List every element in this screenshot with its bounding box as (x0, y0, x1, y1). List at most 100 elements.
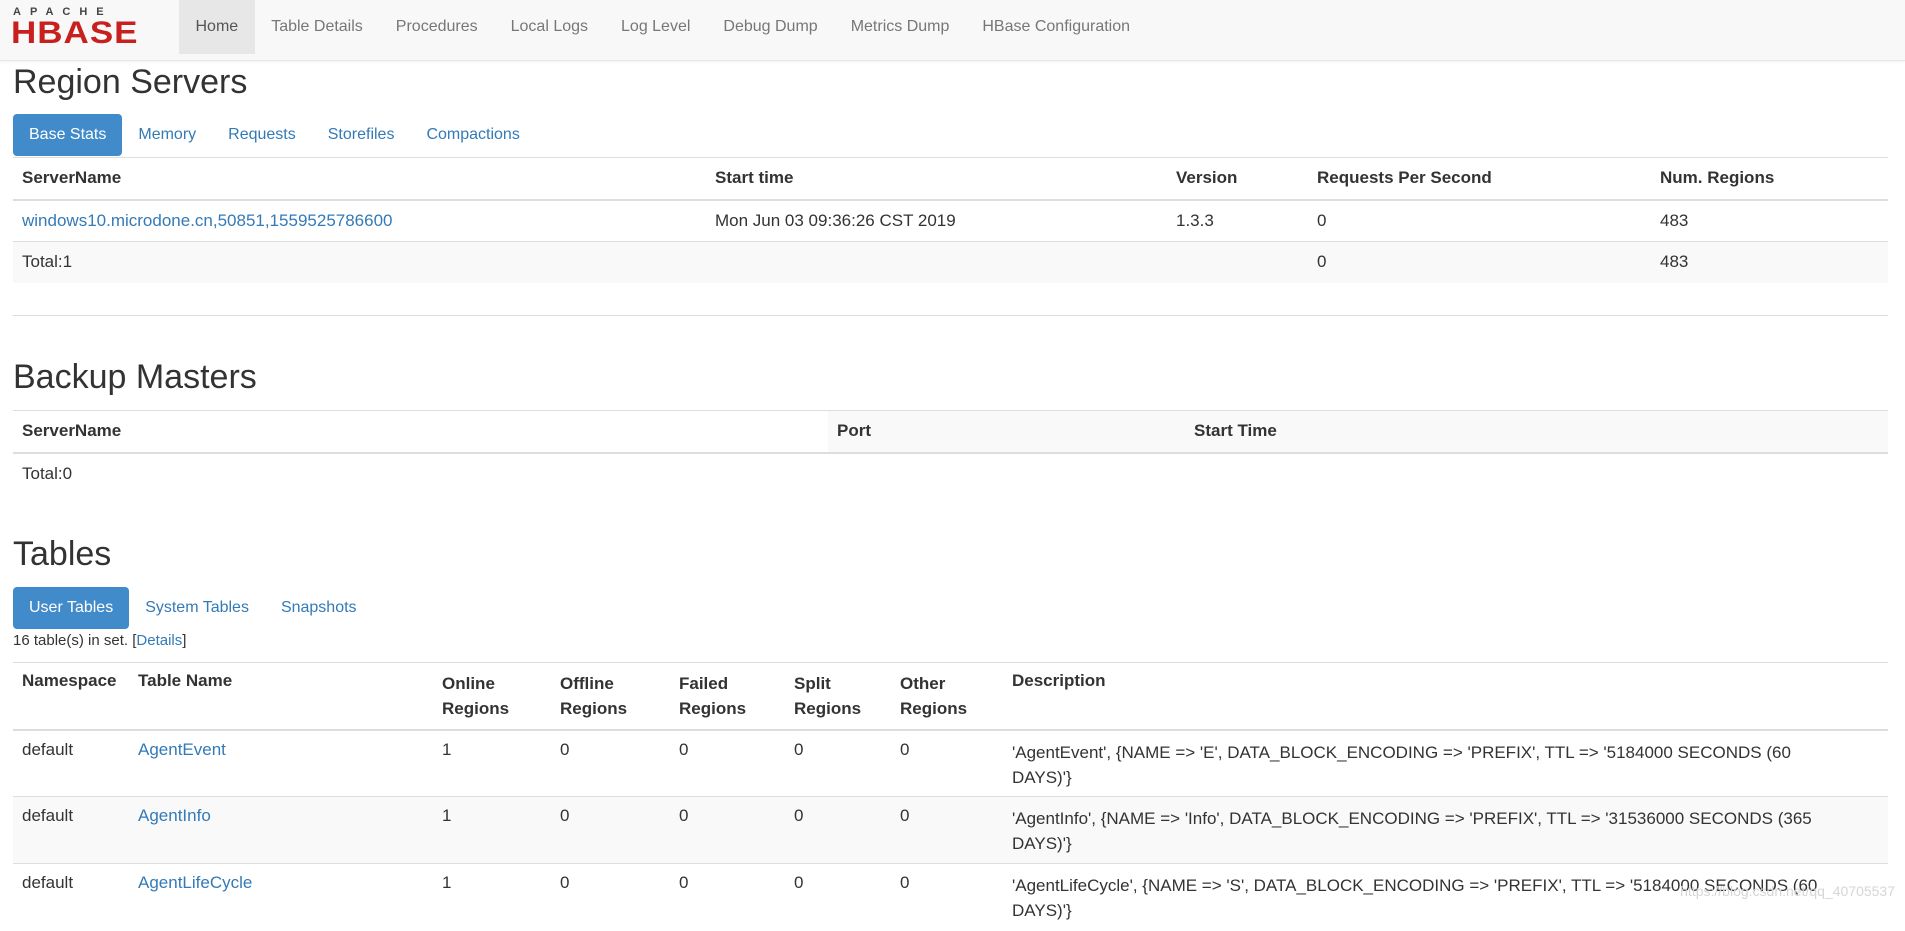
description-line: 'AgentInfo', {NAME => 'Info', DATA_BLOCK… (1012, 809, 1812, 828)
column-header: Start Time (1185, 411, 1888, 453)
online-regions-cell: 1 (433, 797, 551, 864)
description-line: DAYS)'} (1012, 901, 1072, 920)
split-regions-cell: 0 (785, 797, 891, 864)
server-name-cell: windows10.microdone.cn,50851,15595257866… (13, 200, 706, 242)
requests-per-second-cell: 0 (1308, 200, 1651, 242)
table-name-link[interactable]: AgentInfo (138, 806, 211, 825)
table-name-cell: AgentEvent (129, 730, 433, 797)
tab-snapshots[interactable]: Snapshots (265, 587, 373, 629)
namespace-cell: default (13, 730, 129, 797)
header-line: Regions (900, 699, 967, 718)
column-header: Num. Regions (1651, 158, 1888, 200)
header-line: Regions (679, 699, 746, 718)
tables-heading: Tables (13, 535, 111, 574)
header-line: Failed (679, 674, 728, 693)
column-header: Requests Per Second (1308, 158, 1651, 200)
empty-cell (706, 242, 1167, 283)
description-line: DAYS)'} (1012, 768, 1072, 787)
offline-regions-cell: 0 (551, 797, 670, 864)
logo-hbase-text: HBASE (11, 15, 139, 51)
online-regions-cell: 1 (433, 730, 551, 797)
backup-masters-table: ServerName Port Start Time Total:0 (13, 410, 1888, 495)
table-count-text: 16 table(s) in set. [Details] (13, 632, 186, 649)
nav-hbase-configuration[interactable]: HBase Configuration (966, 0, 1147, 54)
header-line: Regions (794, 699, 861, 718)
empty-cell (1167, 242, 1308, 283)
table-count-prefix: 16 table(s) in set. [ (13, 632, 136, 649)
table-header-row: ServerName Port Start Time (13, 411, 1888, 453)
column-header: Start time (706, 158, 1167, 200)
failed-regions-cell: 0 (670, 797, 785, 864)
tab-compactions[interactable]: Compactions (410, 114, 535, 156)
tab-base-stats[interactable]: Base Stats (13, 114, 122, 156)
tab-memory[interactable]: Memory (122, 114, 212, 156)
tab-storefiles[interactable]: Storefiles (312, 114, 411, 156)
details-link[interactable]: Details (136, 632, 182, 649)
header-line: Offline (560, 674, 614, 693)
description-cell: 'AgentInfo', {NAME => 'Info', DATA_BLOCK… (1003, 797, 1888, 864)
total-regions: 483 (1651, 242, 1888, 283)
column-header: ServerName (13, 158, 706, 200)
watermark: https://blog.csdn.net/qq_40705537 (1680, 883, 1895, 899)
num-regions-cell: 483 (1651, 200, 1888, 242)
column-header: Split Regions (785, 663, 891, 730)
split-regions-cell: 0 (785, 730, 891, 797)
description-cell: 'AgentEvent', {NAME => 'E', DATA_BLOCK_E… (1003, 730, 1888, 797)
column-header: Online Regions (433, 663, 551, 730)
table-header-row: ServerName Start time Version Requests P… (13, 158, 1888, 200)
column-header: Namespace (13, 663, 129, 730)
namespace-cell: default (13, 797, 129, 864)
table-row: default AgentLifeCycle 1 0 0 0 0 'AgentL… (13, 864, 1888, 931)
failed-regions-cell: 0 (670, 730, 785, 797)
other-regions-cell: 0 (891, 797, 1003, 864)
column-header: Failed Regions (670, 663, 785, 730)
nav-log-level[interactable]: Log Level (605, 0, 707, 54)
backup-masters-heading: Backup Masters (13, 358, 257, 397)
tab-requests[interactable]: Requests (212, 114, 312, 156)
user-tables-table: Namespace Table Name Online Regions Offli… (13, 662, 1888, 931)
header-line: Online (442, 674, 495, 693)
region-servers-table: ServerName Start time Version Requests P… (13, 157, 1888, 283)
column-header: Port (828, 411, 1185, 453)
region-servers-heading: Region Servers (13, 63, 247, 102)
column-header: Table Name (129, 663, 433, 730)
table-name-link[interactable]: AgentEvent (138, 740, 226, 759)
header-line: Regions (442, 699, 509, 718)
tab-user-tables[interactable]: User Tables (13, 587, 129, 629)
other-regions-cell: 0 (891, 864, 1003, 931)
table-name-link[interactable]: AgentLifeCycle (138, 873, 252, 892)
total-label: Total:0 (13, 453, 828, 495)
nav-metrics-dump[interactable]: Metrics Dump (834, 0, 966, 54)
column-header: Description (1003, 663, 1888, 730)
top-navbar: APACHE HBASE Home Table Details Procedur… (0, 0, 1905, 61)
hbase-logo[interactable]: APACHE HBASE (13, 6, 165, 46)
nav-home[interactable]: Home (179, 0, 255, 54)
online-regions-cell: 1 (433, 864, 551, 931)
offline-regions-cell: 0 (551, 730, 670, 797)
table-row: default AgentEvent 1 0 0 0 0 'AgentEvent… (13, 730, 1888, 797)
other-regions-cell: 0 (891, 730, 1003, 797)
version-cell: 1.3.3 (1167, 200, 1308, 242)
header-line: Split (794, 674, 831, 693)
header-line: Other (900, 674, 945, 693)
start-time-cell: Mon Jun 03 09:36:26 CST 2019 (706, 200, 1167, 242)
description-line: 'AgentEvent', {NAME => 'E', DATA_BLOCK_E… (1012, 743, 1791, 762)
total-row: Total:1 0 483 (13, 242, 1888, 283)
table-row: default AgentInfo 1 0 0 0 0 'AgentInfo',… (13, 797, 1888, 864)
description-line: DAYS)'} (1012, 834, 1072, 853)
nav-table-details[interactable]: Table Details (255, 0, 380, 54)
failed-regions-cell: 0 (670, 864, 785, 931)
tab-system-tables[interactable]: System Tables (129, 587, 265, 629)
nav-debug-dump[interactable]: Debug Dump (707, 0, 834, 54)
nav-local-logs[interactable]: Local Logs (494, 0, 604, 54)
column-header: Other Regions (891, 663, 1003, 730)
empty-cell (1185, 453, 1888, 495)
table-count-suffix: ] (182, 632, 186, 649)
total-label: Total:1 (13, 242, 706, 283)
nav-procedures[interactable]: Procedures (379, 0, 494, 54)
tables-tabs: User Tables System Tables Snapshots (13, 587, 373, 629)
server-name-link[interactable]: windows10.microdone.cn,50851,15595257866… (22, 211, 393, 230)
empty-cell (828, 453, 1185, 495)
table-name-cell: AgentInfo (129, 797, 433, 864)
column-header: OfflineRegions (551, 663, 670, 730)
